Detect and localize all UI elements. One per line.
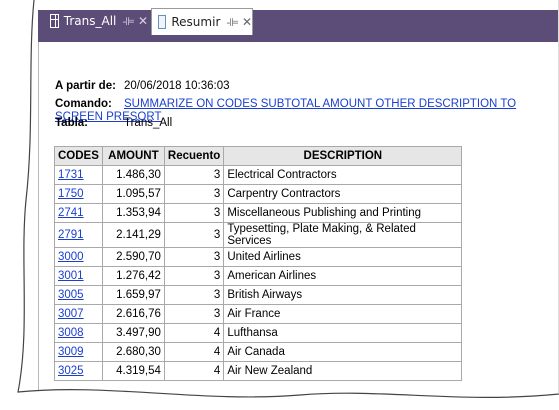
- count-cell: 3: [163, 285, 225, 305]
- count-cell: 4: [163, 342, 225, 362]
- code-link[interactable]: 2791: [58, 229, 84, 241]
- description-cell: Air Canada: [223, 342, 463, 362]
- tab-label: Trans_All: [63, 14, 117, 28]
- count-cell: 4: [163, 323, 225, 343]
- pin-icon[interactable]: -⊫: [226, 16, 239, 29]
- description-cell: Air France: [223, 304, 463, 324]
- description-cell: Air New Zealand: [223, 361, 463, 381]
- table-row: 1731 1.486,30 3 Electrical Contractors: [54, 165, 463, 185]
- code-link[interactable]: 1731: [58, 169, 84, 181]
- amount-cell: 2.141,29: [101, 222, 165, 248]
- description-cell: American Airlines: [223, 266, 463, 286]
- column-header-description[interactable]: DESCRIPTION: [223, 146, 463, 166]
- tab-label: Resumir: [171, 15, 221, 29]
- code-link[interactable]: 2741: [58, 207, 84, 219]
- code-link[interactable]: 3025: [58, 365, 84, 377]
- column-header-codes[interactable]: CODES: [54, 146, 103, 166]
- amount-cell: 2.616,76: [101, 304, 165, 324]
- code-cell: 2741: [54, 203, 103, 223]
- table-row: 2791 2.141,29 3 Typesetting, Plate Making, …: [54, 222, 463, 248]
- description-cell: British Airways: [223, 285, 463, 305]
- count-cell: 4: [163, 361, 225, 381]
- count-cell: 3: [163, 266, 225, 286]
- amount-cell: 2.590,70: [101, 247, 165, 267]
- count-cell: 3: [163, 203, 225, 223]
- close-icon[interactable]: ✕: [242, 15, 252, 29]
- close-icon[interactable]: ✕: [138, 14, 148, 28]
- date-row: A partir de: 20/06/2018 10:36:03: [55, 79, 230, 92]
- amount-cell: 4.319,54: [101, 361, 165, 381]
- count-cell: 3: [163, 247, 225, 267]
- tab-resumir[interactable]: Resumir -⊫ ✕: [151, 8, 253, 35]
- description-cell: Electrical Contractors: [223, 165, 463, 185]
- amount-cell: 1.276,42: [101, 266, 165, 286]
- column-header-amount[interactable]: AMOUNT: [101, 146, 165, 166]
- description-cell: Typesetting, Plate Making, & Related Ser…: [223, 222, 463, 248]
- summary-table: CODES AMOUNT Recuento DESCRIPTION 1731 1.…: [54, 146, 463, 381]
- pin-icon[interactable]: -⊫: [122, 15, 135, 28]
- code-link[interactable]: 3005: [58, 289, 84, 301]
- code-cell: 3009: [54, 342, 103, 362]
- date-label: A partir de:: [55, 80, 116, 92]
- amount-cell: 1.659,97: [101, 285, 165, 305]
- table-row: 3001 1.276,42 3 American Airlines: [54, 266, 463, 286]
- code-cell: 2791: [54, 222, 103, 248]
- amount-cell: 1.486,30: [101, 165, 165, 185]
- description-cell: United Airlines: [223, 247, 463, 267]
- table-row: 3009 2.680,30 4 Air Canada: [54, 342, 463, 362]
- table-row: 3007 2.616,76 3 Air France: [54, 304, 463, 324]
- table-header-row: CODES AMOUNT Recuento DESCRIPTION: [54, 146, 463, 166]
- table-row: 3008 3.497,90 4 Lufthansa: [54, 323, 463, 343]
- table-value: Trans_All: [124, 117, 173, 129]
- amount-cell: 2.680,30: [101, 342, 165, 362]
- command-label: Comando:: [55, 98, 112, 110]
- code-cell: 3001: [54, 266, 103, 286]
- code-cell: 3005: [54, 285, 103, 305]
- description-cell: Miscellaneous Publishing and Printing: [223, 203, 463, 223]
- count-cell: 3: [163, 222, 225, 248]
- code-cell: 3008: [54, 323, 103, 343]
- table-row: 3005 1.659,97 3 British Airways: [54, 285, 463, 305]
- count-cell: 3: [163, 165, 225, 185]
- code-link[interactable]: 1750: [58, 188, 84, 200]
- table-row-info: Tabla: Trans_All: [55, 116, 172, 129]
- amount-cell: 1.095,57: [101, 184, 165, 204]
- code-cell: 3025: [54, 361, 103, 381]
- code-link[interactable]: 3009: [58, 346, 84, 358]
- description-cell: Lufthansa: [223, 323, 463, 343]
- document-icon: [158, 15, 167, 29]
- tab-trans-all[interactable]: Trans_All -⊫ ✕: [44, 8, 148, 34]
- window-frame: Trans_All -⊫ ✕ Resumir -⊫ ✕ A partir de:…: [0, 0, 559, 410]
- table-row: 3025 4.319,54 4 Air New Zealand: [54, 361, 463, 381]
- code-cell: 3000: [54, 247, 103, 267]
- table-row: 3000 2.590,70 3 United Airlines: [54, 247, 463, 267]
- code-cell: 3007: [54, 304, 103, 324]
- code-link[interactable]: 3008: [58, 327, 84, 339]
- code-link[interactable]: 3007: [58, 308, 84, 320]
- amount-cell: 3.497,90: [101, 323, 165, 343]
- code-cell: 1731: [54, 165, 103, 185]
- count-cell: 3: [163, 304, 225, 324]
- date-value: 20/06/2018 10:36:03: [124, 80, 230, 92]
- description-cell: Carpentry Contractors: [223, 184, 463, 204]
- code-link[interactable]: 3000: [58, 251, 84, 263]
- table-icon: [50, 14, 59, 28]
- table-row: 2741 1.353,94 3 Miscellaneous Publishing an…: [54, 203, 463, 223]
- code-link[interactable]: 3001: [58, 270, 84, 282]
- count-cell: 3: [163, 184, 225, 204]
- code-cell: 1750: [54, 184, 103, 204]
- amount-cell: 1.353,94: [101, 203, 165, 223]
- table-row: 1750 1.095,57 3 Carpentry Contractors: [54, 184, 463, 204]
- column-header-count[interactable]: Recuento: [163, 146, 225, 166]
- table-label: Tabla:: [55, 117, 89, 129]
